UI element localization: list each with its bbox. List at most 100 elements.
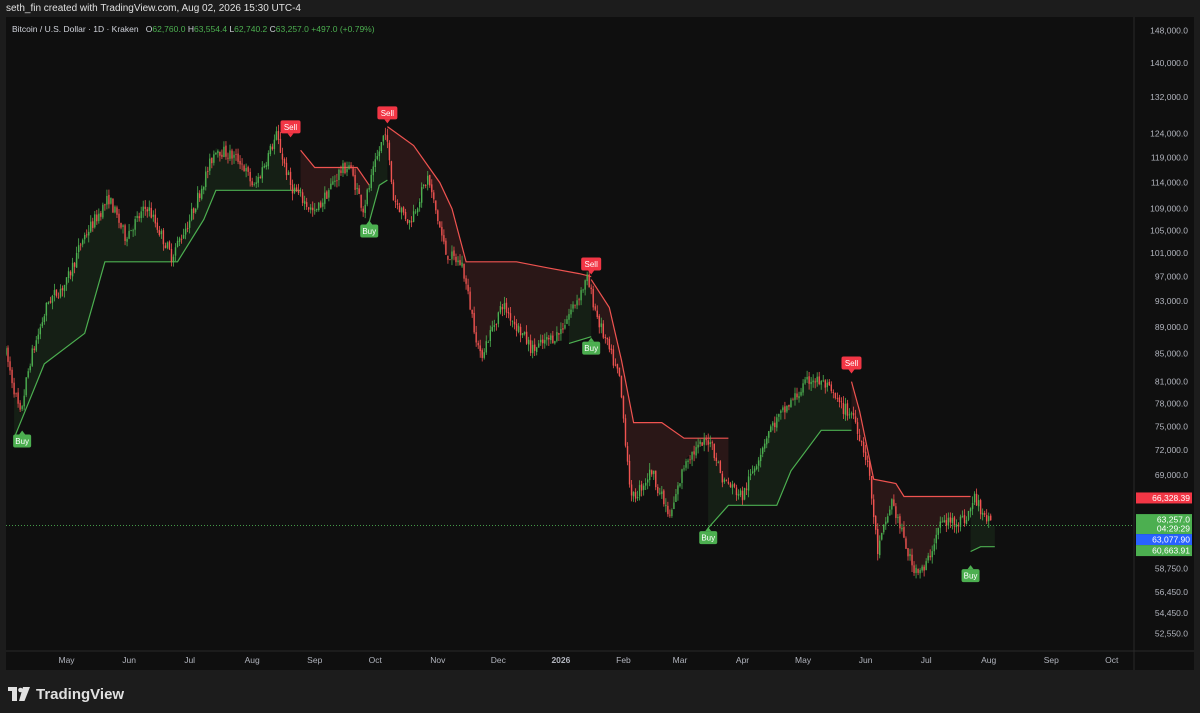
candle-body xyxy=(180,238,183,240)
candle-body xyxy=(665,505,667,506)
candle-body xyxy=(451,251,453,260)
candle xyxy=(439,220,441,228)
x-tick-label: 2026 xyxy=(551,655,570,665)
candle-body xyxy=(291,184,294,194)
candle-body xyxy=(822,380,824,382)
candle-body xyxy=(13,382,15,395)
candle-body xyxy=(828,381,830,386)
candle-body xyxy=(594,306,596,310)
y-tick-label: 69,000.0 xyxy=(1155,470,1188,480)
candle-body xyxy=(949,517,952,523)
x-tick-label: May xyxy=(795,655,812,665)
candle-body xyxy=(961,516,964,518)
candle-body xyxy=(550,335,552,341)
candle-body xyxy=(669,514,671,516)
candle-body xyxy=(473,312,475,333)
candle-body xyxy=(527,339,530,345)
y-tick-label: 52,550.0 xyxy=(1155,629,1188,639)
tradingview-logo[interactable]: TradingView xyxy=(8,684,124,704)
candle-body xyxy=(497,312,500,324)
candle-body xyxy=(600,323,602,328)
candle-body xyxy=(671,509,673,517)
candle-body xyxy=(757,460,760,466)
candle-body xyxy=(556,332,558,341)
candle-body xyxy=(711,442,713,444)
candle-body xyxy=(344,162,346,174)
candle-body xyxy=(215,152,217,155)
candle-body xyxy=(525,331,528,344)
candle-body xyxy=(98,213,100,222)
candle-body xyxy=(511,321,514,322)
candle-body xyxy=(883,524,885,533)
candle-body xyxy=(312,207,314,211)
candle-body xyxy=(394,200,397,203)
candle-body xyxy=(21,406,23,409)
candle-body xyxy=(941,521,943,523)
candle-body xyxy=(237,153,239,162)
price-chart[interactable]: 148,000.0 140,000.0 132,000.0 124,000.0 119,… xyxy=(6,17,1194,670)
candle-body xyxy=(911,554,913,566)
candle-body xyxy=(842,402,845,415)
candle-body xyxy=(580,290,582,301)
candle xyxy=(344,161,346,175)
candle-body xyxy=(354,174,356,190)
candle-body xyxy=(211,157,213,164)
candle-body xyxy=(79,244,82,246)
candle xyxy=(392,179,395,201)
candle-body xyxy=(201,188,203,199)
x-tick-label: Sep xyxy=(307,655,322,665)
candle-body xyxy=(868,460,871,476)
candle-body xyxy=(602,323,604,338)
candle xyxy=(130,230,132,232)
candle-body xyxy=(653,470,655,474)
x-tick-label: Nov xyxy=(430,655,446,665)
candle-body xyxy=(798,396,800,399)
candle-body xyxy=(471,310,473,314)
candle-body xyxy=(23,395,25,407)
candle-body xyxy=(188,220,191,228)
candle-body xyxy=(691,451,693,460)
high-value: 63,554.4 xyxy=(193,24,228,34)
candle-body xyxy=(374,159,376,168)
candle-body xyxy=(469,291,471,310)
chart-panel[interactable]: 148,000.0 140,000.0 132,000.0 124,000.0 119,… xyxy=(6,17,1194,670)
candle-body xyxy=(854,416,857,423)
candle-body xyxy=(229,150,231,159)
signal-text: Buy xyxy=(964,572,978,581)
candle-body xyxy=(622,396,625,419)
candle-body xyxy=(309,207,312,210)
candle-body xyxy=(947,517,950,526)
candle-body xyxy=(261,167,263,179)
candle-body xyxy=(973,493,976,503)
candle-body xyxy=(328,190,330,198)
candle-body xyxy=(362,208,364,213)
y-tick-label: 105,000.0 xyxy=(1150,225,1188,235)
candle-body xyxy=(356,187,358,189)
candle-body xyxy=(273,139,276,149)
candle-body xyxy=(219,151,221,156)
candle-body xyxy=(318,202,320,211)
candle-body xyxy=(166,242,169,248)
candle-body xyxy=(239,160,241,165)
symbol-name: Bitcoin / U.S. Dollar · 1D · Kraken xyxy=(12,24,139,34)
candle-body xyxy=(673,502,675,509)
candle-body xyxy=(61,288,64,291)
candle xyxy=(620,375,623,399)
y-tick-label: 140,000.0 xyxy=(1150,58,1188,68)
candle-body xyxy=(495,324,498,325)
candle-body xyxy=(132,230,134,232)
y-tick-label: 56,450.0 xyxy=(1155,587,1188,597)
candle-body xyxy=(808,376,810,384)
candle-body xyxy=(646,479,649,483)
open-value: 62,760.0 xyxy=(152,24,186,34)
candle-body xyxy=(366,189,368,205)
candle-body xyxy=(412,211,415,222)
y-tick-label: 75,000.0 xyxy=(1155,421,1188,431)
candle-body xyxy=(774,422,776,428)
candle-body xyxy=(247,167,249,172)
candle-body xyxy=(590,287,592,290)
candle-body xyxy=(420,187,423,203)
candle-body xyxy=(45,302,48,316)
candle-body xyxy=(146,209,148,212)
candle-body xyxy=(588,274,590,288)
